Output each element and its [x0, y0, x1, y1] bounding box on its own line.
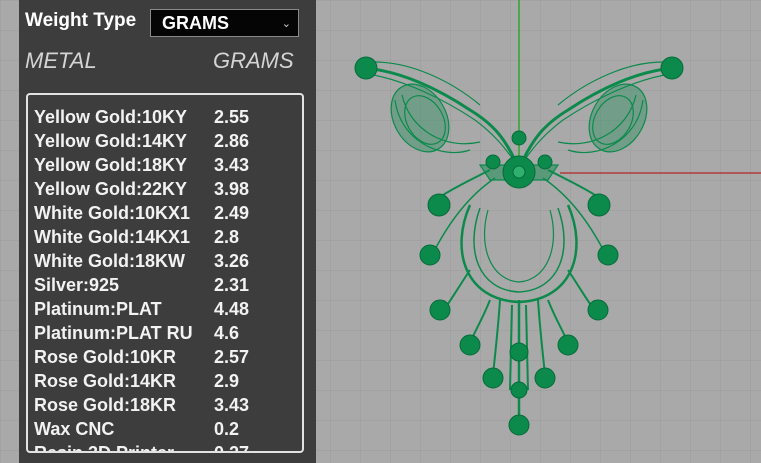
grams-column-header: GRAMS [213, 48, 294, 73]
metal-grams: 2.8 [214, 227, 240, 247]
metal-grams: 2.57 [214, 347, 250, 367]
metal-grams: 2.9 [214, 371, 240, 391]
metal-name: White Gold:18KW [34, 251, 185, 271]
metal-grams: 0.2 [214, 419, 240, 439]
metal-name: Resin 3D Printer [34, 443, 175, 453]
metal-name: Rose Gold:18KR [34, 395, 177, 415]
metal-column-header: METAL [25, 48, 97, 73]
metal-name: White Gold:10KX1 [34, 203, 191, 223]
weight-type-value: GRAMS [162, 13, 229, 33]
metal-grams: 4.6 [214, 323, 240, 343]
metal-grams: 2.31 [214, 275, 250, 295]
metal-name: Rose Gold:14KR [34, 371, 177, 391]
metal-name: Silver:925 [34, 275, 120, 295]
weight-type-label: Weight Type [25, 10, 137, 31]
weight-type-select[interactable]: GRAMS ⌄ [150, 9, 299, 37]
metal-name: Rose Gold:10KR [34, 347, 177, 367]
metal-grams: 3.43 [214, 155, 250, 175]
metal-name: Yellow Gold:10KY [34, 107, 188, 127]
metal-grams: 3.26 [214, 251, 250, 271]
metal-grams: 3.43 [214, 395, 250, 415]
metal-name: Wax CNC [34, 419, 115, 439]
metal-name: Yellow Gold:14KY [34, 131, 188, 151]
metal-grams: 4.48 [214, 299, 250, 319]
metal-name: White Gold:14KX1 [34, 227, 191, 247]
metal-grams: 2.49 [214, 203, 250, 223]
metal-name: Platinum:PLAT RU [34, 323, 193, 343]
metal-name: Yellow Gold:18KY [34, 155, 188, 175]
metal-grams: 2.86 [214, 131, 250, 151]
metal-grams: 3.98 [214, 179, 250, 199]
metal-weight-list[interactable]: Yellow Gold:10KY 2.55 Yellow Gold:14KY 2.8… [26, 93, 304, 453]
weight-panel: Weight Type GRAMS ⌄ METAL GRAMS Yellow G… [19, 0, 316, 463]
metal-grams: 2.55 [214, 107, 250, 127]
metal-grams: 0.27 [214, 443, 250, 453]
chevron-down-icon: ⌄ [281, 18, 291, 30]
metal-name: Yellow Gold:22KY [34, 179, 188, 199]
metal-name: Platinum:PLAT [34, 299, 162, 319]
